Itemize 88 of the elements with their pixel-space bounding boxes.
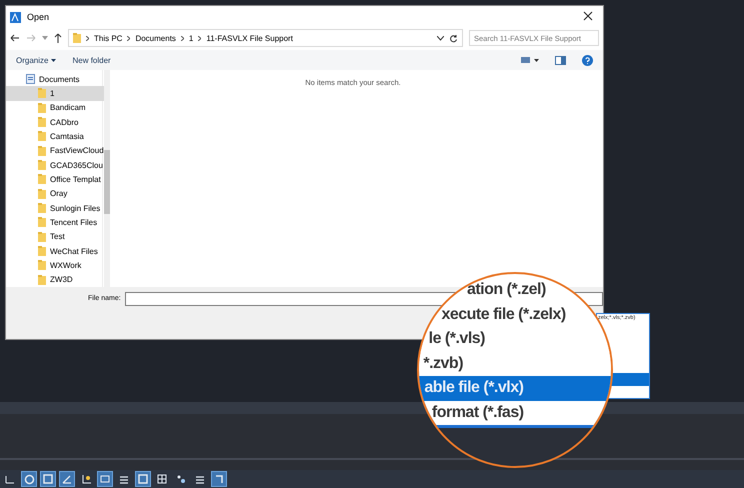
breadcrumb[interactable]: 1: [188, 34, 194, 42]
monitor-icon[interactable]: [100, 474, 110, 484]
folder-icon: [73, 33, 81, 43]
navigation-item[interactable]: CADbro: [6, 114, 104, 130]
caret-icon: [51, 58, 56, 62]
item-label: WXWork: [50, 260, 82, 270]
file-type-option[interactable]: format (*.fas): [419, 400, 611, 425]
lines-icon[interactable]: [119, 474, 129, 484]
navigation-item[interactable]: Sunlogin Files: [6, 200, 104, 216]
corner-icon[interactable]: [214, 474, 224, 484]
chevron-icon: [127, 36, 130, 40]
recent-locations-button[interactable]: [42, 36, 48, 40]
folder-icon: [38, 217, 46, 228]
status-toggle[interactable]: [211, 471, 227, 487]
folder-icon: [38, 232, 46, 242]
item-label: Documents: [39, 74, 80, 84]
navigation-item[interactable]: Documents: [6, 72, 104, 86]
folder-icon: [38, 203, 46, 214]
preview-pane-icon[interactable]: [555, 56, 566, 64]
navigation-item[interactable]: WeChat Files: [6, 244, 104, 258]
file-type-option[interactable]: able file (*.vlx): [419, 376, 611, 400]
folder-icon: [38, 117, 46, 128]
file-type-option[interactable]: ation (*.zel): [419, 278, 611, 302]
item-label: Bandicam: [50, 103, 86, 112]
breadcrumb[interactable]: Documents: [135, 34, 176, 42]
status-toggle[interactable]: [97, 471, 113, 487]
navigation-item[interactable]: Office Templat: [6, 172, 104, 187]
status-toggle[interactable]: [59, 471, 75, 487]
folder-icon: [38, 146, 46, 156]
address-bar[interactable]: This PC Documents 1 11-FASVLX File Support: [68, 29, 463, 47]
breadcrumb[interactable]: This PC: [94, 34, 122, 42]
breadcrumb[interactable]: 11-FASVLX File Support: [206, 34, 293, 42]
document-icon: [26, 74, 35, 84]
item-label: Test: [50, 232, 65, 242]
item-label: Camtasia: [50, 132, 84, 141]
item-label: 1: [50, 88, 54, 98]
navigation-item[interactable]: WXWork: [6, 258, 104, 273]
item-label: Sunlogin Files: [50, 204, 100, 213]
scrollbar[interactable]: [104, 70, 110, 287]
navigation-item[interactable]: Camtasia: [6, 129, 104, 144]
item-label: Tencent Files: [50, 218, 98, 227]
table-icon[interactable]: [157, 474, 167, 484]
item-label: GCAD365Clou: [50, 160, 103, 170]
navigation-item[interactable]: Test: [6, 230, 104, 244]
item-label: ZW3D: [50, 275, 73, 284]
folder-icon: [38, 246, 46, 256]
app-logo-icon: [10, 12, 21, 22]
navigation-item[interactable]: Bandicam: [6, 100, 104, 115]
item-label: Oray: [50, 189, 68, 198]
window-title: Open: [27, 12, 50, 22]
chevron-icon: [198, 36, 202, 40]
help-icon[interactable]: [582, 54, 593, 66]
folder-icon: [38, 160, 46, 170]
navigation-item[interactable]: Oray: [6, 186, 104, 201]
caret-icon[interactable]: [437, 36, 444, 40]
close-button[interactable]: [583, 11, 595, 23]
navigation-item[interactable]: Tencent Files: [6, 215, 104, 230]
folder-icon: [38, 260, 46, 270]
chevron-icon: [86, 36, 89, 40]
square-icon[interactable]: [43, 474, 53, 484]
refresh-icon[interactable]: [449, 34, 458, 42]
square-icon[interactable]: [138, 474, 148, 484]
folder-icon: [38, 274, 46, 285]
angle-icon[interactable]: [62, 474, 72, 484]
item-label: Office Templat: [50, 174, 101, 184]
navigation-item[interactable]: GCAD365Clou: [6, 158, 104, 172]
item-label: CADbro: [50, 118, 78, 127]
folder-icon: [38, 131, 46, 142]
snap-icon[interactable]: [5, 474, 15, 484]
folder-icon: [38, 88, 46, 98]
item-label: WeChat Files: [50, 246, 98, 256]
up-button[interactable]: [54, 33, 62, 43]
status-toggle[interactable]: [40, 471, 56, 487]
navigation-item[interactable]: ZW3D: [6, 272, 104, 287]
back-button[interactable]: [10, 34, 20, 42]
folder-icon: [38, 174, 46, 184]
folder-icon: [38, 102, 46, 113]
new-folder-button[interactable]: New folder: [72, 56, 111, 64]
chevron-icon: [180, 36, 184, 40]
dots-icon[interactable]: [176, 474, 186, 484]
navigation-item[interactable]: FastViewCloud: [6, 144, 104, 158]
navigation-item[interactable]: 1: [6, 86, 104, 101]
item-label: FastViewCloud: [50, 146, 104, 156]
folder-icon: [38, 188, 46, 199]
view-icon[interactable]: [521, 56, 539, 64]
lines-icon[interactable]: [195, 474, 205, 484]
status-toggle[interactable]: [135, 471, 151, 487]
organize-button[interactable]: Organize: [16, 56, 56, 64]
